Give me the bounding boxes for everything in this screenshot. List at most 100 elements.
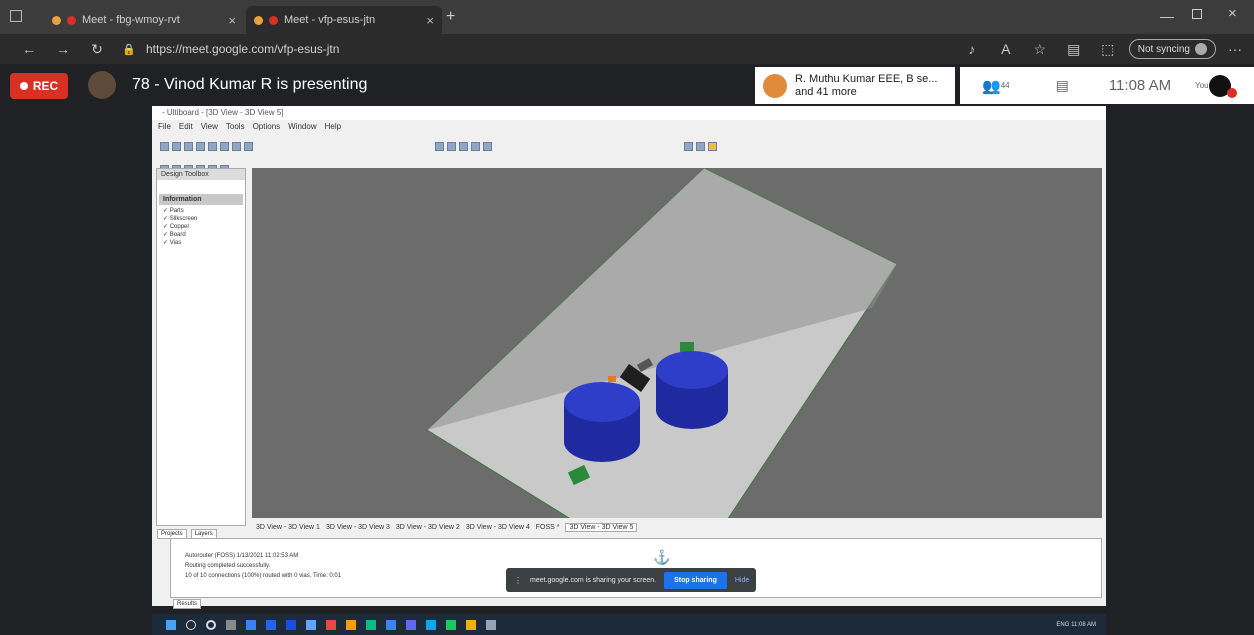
record-icon xyxy=(19,82,28,90)
doc-tab[interactable]: 3D View - 3D View 4 xyxy=(466,524,530,531)
toolbox-item-label: Vias xyxy=(169,240,182,246)
doc-tab[interactable]: 3D View - 3D View 3 xyxy=(326,524,390,531)
toolbox-item[interactable]: ✓ Copper xyxy=(157,223,245,231)
toolbox-group-header[interactable]: Information xyxy=(159,194,243,205)
search-icon[interactable] xyxy=(186,619,196,630)
task-view-icon[interactable] xyxy=(226,619,236,630)
app-icon[interactable] xyxy=(386,619,396,630)
app-icon[interactable] xyxy=(406,619,416,630)
collections-icon[interactable]: ▤ xyxy=(1061,41,1087,58)
toolbox-item-label: Silkscreen xyxy=(169,216,198,222)
app-icon[interactable] xyxy=(426,619,436,630)
menu-window[interactable]: Window xyxy=(288,120,316,134)
profile-avatar-icon xyxy=(1195,43,1207,55)
back-icon[interactable]: ← xyxy=(16,41,42,57)
toolbar-undo-icon[interactable] xyxy=(244,142,253,151)
3d-view-canvas[interactable] xyxy=(252,168,1102,518)
toolbox-item[interactable]: ✓ Parts xyxy=(157,207,245,215)
mic-off-icon xyxy=(1226,87,1237,98)
results-tab[interactable]: Results xyxy=(173,599,202,609)
tab-meet-2[interactable]: Meet - vfp-esus-jtn × xyxy=(246,6,442,34)
doc-tab-active[interactable]: 3D View - 3D View 5 xyxy=(565,522,638,532)
chat-icon[interactable]: ▤ xyxy=(1056,77,1069,94)
participants-line1: R. Muthu Kumar EEE, B se... xyxy=(795,72,938,85)
share-message: meet.google.com is sharing your screen. xyxy=(530,576,657,584)
forward-icon[interactable]: → xyxy=(50,41,76,57)
app-icon[interactable] xyxy=(346,619,356,630)
toolbar-flag-icon[interactable] xyxy=(482,142,492,151)
mic-icon[interactable]: ♪ xyxy=(959,41,985,57)
menu-view[interactable]: View xyxy=(201,120,218,134)
app-title-bar: - Ultiboard - [3D View - 3D View 5] xyxy=(152,106,1106,120)
toolbox-item[interactable]: ✓ Board xyxy=(157,231,245,239)
app-icon[interactable] xyxy=(286,619,296,630)
app-icon[interactable] xyxy=(246,619,256,630)
close-tab-icon[interactable]: × xyxy=(426,13,434,28)
menu-help[interactable]: Help xyxy=(325,120,341,134)
read-aloud-icon[interactable]: A xyxy=(993,41,1019,57)
refresh-icon[interactable]: ↻ xyxy=(84,41,110,58)
participants-line2: and 41 more xyxy=(795,85,857,98)
toolbar-zoom-fit-icon[interactable] xyxy=(458,142,468,151)
url-field[interactable]: https://meet.google.com/vfp-esus-jtn xyxy=(146,42,339,56)
menu-file[interactable]: File xyxy=(158,120,171,134)
toolbar-save-icon[interactable] xyxy=(184,142,193,151)
more-menu-icon[interactable]: ··· xyxy=(1222,41,1248,57)
participants-summary[interactable]: R. Muthu Kumar EEE, B se... and 41 more xyxy=(755,67,955,104)
toolbar-print-icon[interactable] xyxy=(196,142,205,151)
menu-edit[interactable]: Edit xyxy=(179,120,193,134)
toolbar-help-icon[interactable] xyxy=(707,142,717,151)
sync-button[interactable]: Not syncing xyxy=(1128,39,1216,59)
maximize-icon[interactable] xyxy=(1192,9,1202,19)
toolbar-cut-icon[interactable] xyxy=(208,142,217,151)
toolbar-grid-icon[interactable] xyxy=(695,142,705,151)
app-icon[interactable] xyxy=(366,619,376,630)
system-tray[interactable]: ENG 11:08 AM xyxy=(1056,622,1106,628)
toolbar-paste-icon[interactable] xyxy=(232,142,241,151)
output-line: Autorouter (FOSS) 1/13/2021 11:02:53 AM xyxy=(185,553,299,559)
app-icon[interactable] xyxy=(326,619,336,630)
menu-tools[interactable]: Tools xyxy=(226,120,245,134)
toolbar-new-icon[interactable] xyxy=(160,142,169,151)
3d-board-render xyxy=(426,168,898,518)
tab-actions-icon[interactable] xyxy=(10,10,22,22)
cortana-icon[interactable] xyxy=(206,619,216,630)
toolbar-zoom-out-icon[interactable] xyxy=(446,142,456,151)
app-icon[interactable] xyxy=(266,619,276,630)
extensions-icon[interactable]: ⬚ xyxy=(1095,41,1121,58)
design-toolbox: Design Toolbox Information ✓ Parts ✓ Sil… xyxy=(156,168,246,539)
app-icon[interactable] xyxy=(486,619,496,630)
favorite-icon[interactable]: ☆ xyxy=(1027,41,1053,58)
app-icon[interactable] xyxy=(446,619,456,630)
toolbar-route-icon[interactable] xyxy=(470,142,480,151)
close-window-icon[interactable]: × xyxy=(1228,5,1237,22)
new-tab-button[interactable]: + xyxy=(446,8,455,26)
menu-options[interactable]: Options xyxy=(253,120,281,134)
doc-tab[interactable]: 3D View - 3D View 2 xyxy=(396,524,460,531)
toolbar-copy-icon[interactable] xyxy=(220,142,229,151)
toolbar-3d-icon[interactable] xyxy=(683,142,693,151)
windows-start-icon[interactable] xyxy=(166,619,176,630)
browser-tab-bar: Meet - fbg-wmoy-rvt × Meet - vfp-esus-jt… xyxy=(0,0,1254,34)
people-icon[interactable]: 👥 xyxy=(982,77,1001,95)
toolbar-zoom-in-icon[interactable] xyxy=(434,142,444,151)
toolbar-open-icon[interactable] xyxy=(172,142,181,151)
app-icon[interactable] xyxy=(466,619,476,630)
doc-tab[interactable]: FOSS * xyxy=(536,524,560,531)
doc-tab[interactable]: 3D View - 3D View 1 xyxy=(256,524,320,531)
chrome-icon xyxy=(254,15,263,25)
orange-part xyxy=(608,376,616,382)
toolbox-item[interactable]: ✓ Vias xyxy=(157,239,245,247)
lock-icon: 🔒 xyxy=(122,43,136,56)
tab-meet-1[interactable]: Meet - fbg-wmoy-rvt × xyxy=(44,6,244,34)
document-tabs: 3D View - 3D View 1 3D View - 3D View 3 … xyxy=(252,520,1102,534)
participant-avatar xyxy=(763,73,787,98)
screen-share-bar: ⋮ meet.google.com is sharing your screen… xyxy=(506,568,756,592)
toolbox-item[interactable]: ✓ Silkscreen xyxy=(157,215,245,223)
app-icon[interactable] xyxy=(306,619,316,630)
hide-link[interactable]: Hide xyxy=(735,577,749,584)
minimize-icon[interactable]: — xyxy=(1160,8,1174,24)
close-tab-icon[interactable]: × xyxy=(228,13,236,28)
stop-sharing-button[interactable]: Stop sharing xyxy=(664,571,727,589)
recording-badge[interactable]: REC xyxy=(10,73,68,99)
